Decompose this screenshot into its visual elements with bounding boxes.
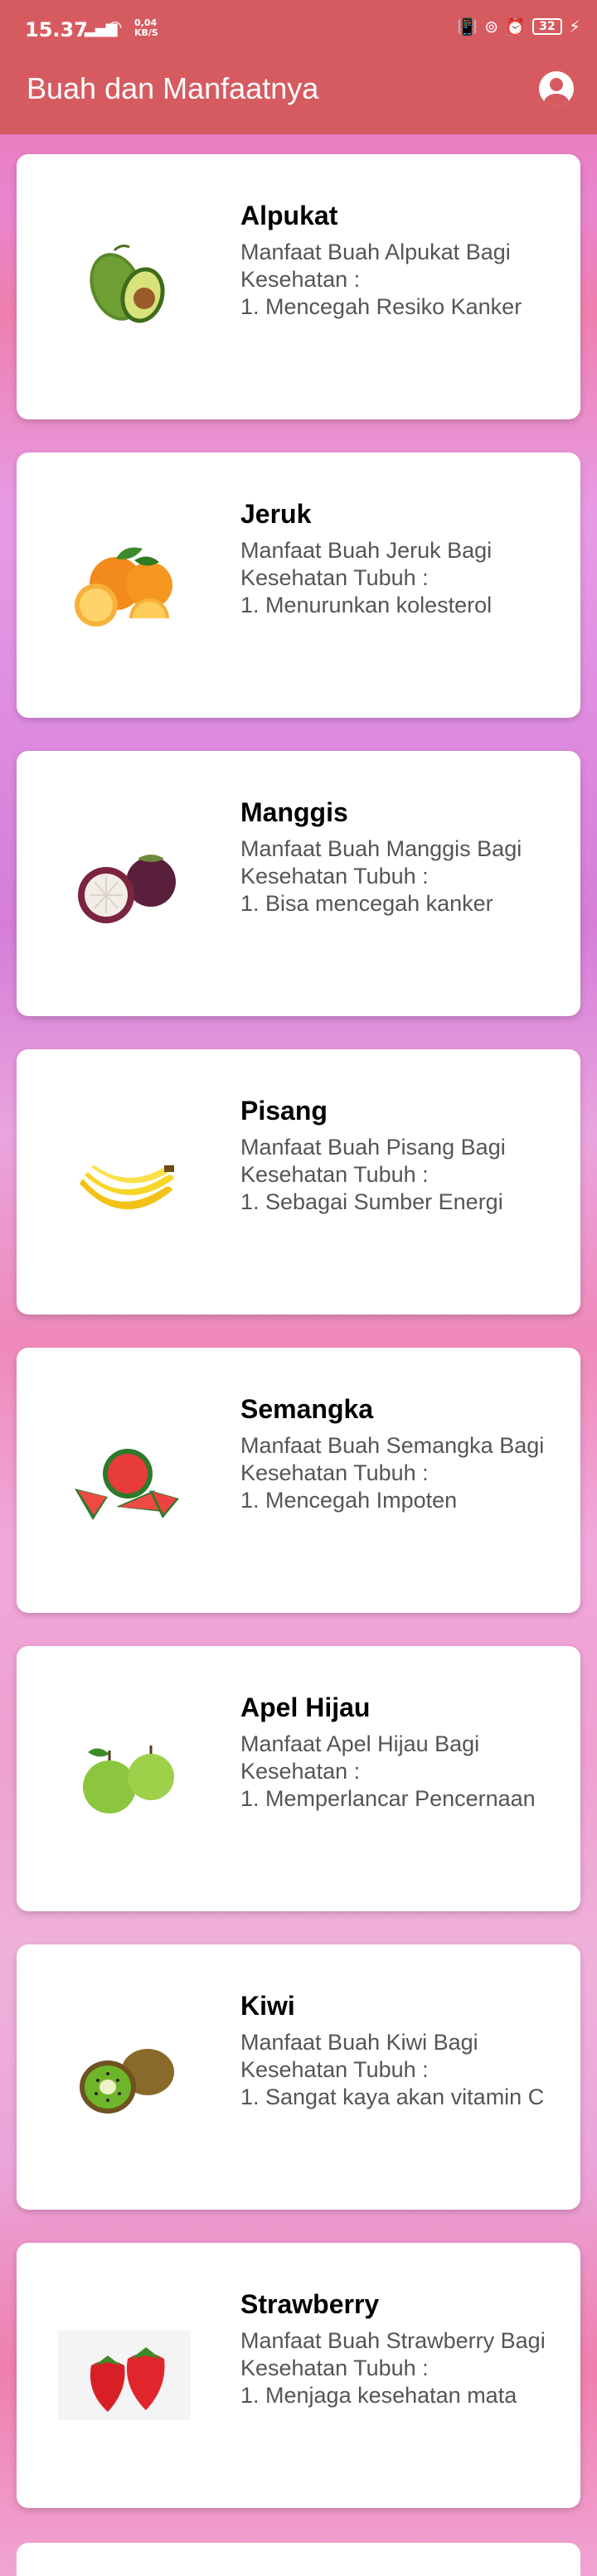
charging-icon: ⚡ (568, 17, 580, 36)
fruit-card-manggis[interactable]: Manggis Manfaat Buah Manggis Bagi Keseha… (17, 751, 580, 1016)
card-description: Manfaat Buah Kiwi Bagi Kesehatan Tubuh :… (240, 2030, 545, 2109)
status-right-icons: 📳 ⊚ ⏰ 32 ⚡ (457, 17, 580, 36)
account-icon[interactable] (539, 71, 574, 106)
card-title: Jeruk (240, 499, 312, 529)
fruit-card-apel-hijau[interactable]: Apel Hijau Manfaat Apel Hijau Bagi Keseh… (17, 1646, 580, 1911)
card-description: Manfaat Buah Alpukat Bagi Kesehatan : 1.… (240, 240, 522, 319)
fruit-card-alpukat[interactable]: Alpukat Manfaat Buah Alpukat Bagi Keseha… (17, 154, 580, 419)
card-title: Alpukat (240, 201, 338, 230)
card-title: Manggis (240, 797, 348, 827)
watermelon-image (75, 1449, 179, 1520)
fruit-card-strawberry[interactable]: Strawberry Manfaat Buah Strawberry Bagi … (17, 2243, 580, 2508)
vibrate-icon: 📳 (457, 17, 478, 36)
card-description: Manfaat Buah Semangka Bagi Kesehatan Tub… (240, 1433, 545, 1513)
fruit-card-partial[interactable] (17, 2543, 580, 2576)
card-title: Kiwi (240, 1991, 295, 2021)
card-title: Apel Hijau (240, 1692, 371, 1722)
card-title: Pisang (240, 1096, 328, 1126)
card-title: Strawberry (240, 2289, 380, 2319)
wifi-icon: ◠ (108, 17, 123, 36)
page-title: Buah dan Manfaatnya (27, 71, 319, 105)
green-apple-image (83, 1746, 174, 1813)
fruit-card-semangka[interactable]: Semangka Manfaat Buah Semangka Bagi Kese… (17, 1348, 580, 1613)
card-description: Manfaat Buah Strawberry Bagi Kesehatan T… (240, 2328, 546, 2408)
network-speed-unit: KB/S (134, 27, 158, 38)
card-description: Manfaat Buah Manggis Bagi Kesehatan Tubu… (240, 836, 522, 916)
kiwi-image (80, 2049, 174, 2114)
orange-image (75, 547, 172, 627)
fruit-card-kiwi[interactable]: Kiwi Manfaat Buah Kiwi Bagi Kesehatan Tu… (17, 1944, 580, 2210)
card-description: Manfaat Buah Pisang Bagi Kesehatan Tubuh… (240, 1135, 506, 1214)
mangosteen-image (78, 855, 176, 923)
card-description: Manfaat Buah Jeruk Bagi Kesehatan Tubuh … (240, 538, 493, 617)
network-speed: 0,04 KB/S (134, 18, 158, 38)
fruit-card-pisang[interactable]: Pisang Manfaat Buah Pisang Bagi Kesehata… (17, 1049, 580, 1315)
top-bar: 15.37 ▂▄▆ ◠ 0,04 KB/S 📳 ⊚ ⏰ 32 ⚡ Buah da… (0, 0, 597, 134)
fruit-card-jeruk[interactable]: Jeruk Manfaat Buah Jeruk Bagi Kesehatan … (17, 453, 580, 718)
battery-icon: 32 (531, 18, 562, 35)
status-bar: 15.37 ▂▄▆ ◠ 0,04 KB/S 📳 ⊚ ⏰ 32 ⚡ (0, 0, 597, 60)
lock-rotation-icon: ⊚ (484, 17, 499, 36)
card-title: Semangka (240, 1394, 374, 1424)
card-description: Manfaat Apel Hijau Bagi Kesehatan : 1. M… (240, 1731, 536, 1811)
banana-image (80, 1165, 174, 1210)
avocado-image (90, 245, 165, 323)
status-time: 15.37 (25, 18, 88, 41)
alarm-icon: ⏰ (505, 17, 526, 36)
strawberry-image (58, 2331, 191, 2420)
